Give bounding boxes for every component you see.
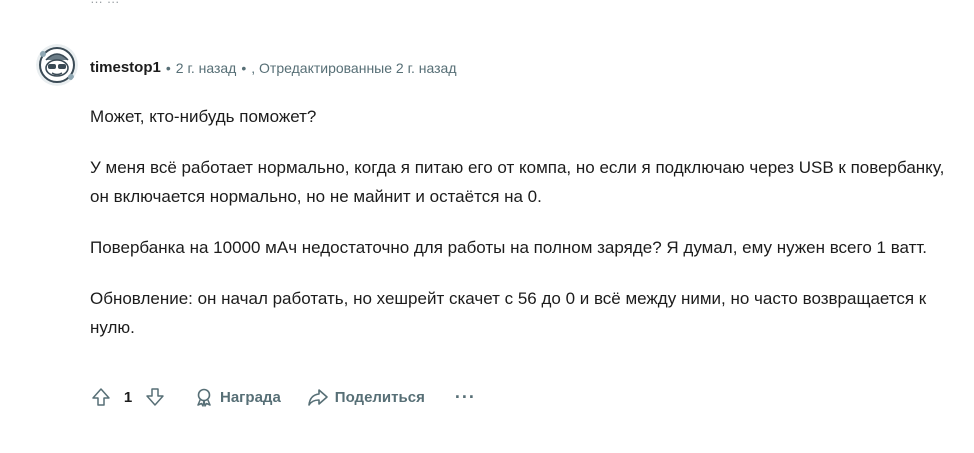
clipped-text: … … bbox=[90, 0, 120, 5]
avatar[interactable] bbox=[36, 44, 78, 86]
award-label: Награда bbox=[220, 388, 281, 406]
comment-body: Может, кто-нибудь поможет? У меня всё ра… bbox=[90, 102, 950, 364]
award-icon bbox=[197, 388, 211, 407]
snoo-avatar-icon bbox=[36, 44, 78, 86]
share-label: Поделиться bbox=[334, 388, 425, 406]
vote-score: 1 bbox=[123, 388, 133, 406]
comment-paragraph: Обновление: он начал работать, но хешрей… bbox=[90, 289, 927, 337]
author-name[interactable]: timestop1 bbox=[90, 59, 161, 76]
upvote-button[interactable] bbox=[88, 384, 114, 410]
award-button[interactable]: Награда bbox=[194, 387, 281, 407]
meta-separator: • bbox=[241, 59, 247, 76]
comment-age[interactable]: 2 г. назад bbox=[176, 60, 237, 76]
meta-separator: • bbox=[165, 59, 171, 76]
previous-comment-actions-clipped: … … bbox=[90, 0, 440, 5]
comment-paragraph: Повербанка на 10000 мАч недостаточно для… bbox=[90, 238, 928, 257]
downvote-button[interactable] bbox=[142, 384, 168, 410]
more-options-button[interactable]: ··· bbox=[455, 387, 476, 408]
comment-meta: timestop1 • 2 г. назад • , Отредактирова… bbox=[90, 59, 457, 76]
comment-actions: 1 Награда Поделиться ··· bbox=[88, 382, 476, 412]
upvote-arrow-icon bbox=[92, 388, 110, 406]
vote-group: 1 bbox=[88, 384, 168, 410]
share-arrow-icon bbox=[307, 389, 328, 406]
comment-paragraph: У меня всё работает нормально, когда я п… bbox=[90, 158, 945, 206]
downvote-arrow-icon bbox=[146, 388, 164, 406]
comment-paragraph: Может, кто-нибудь поможет? bbox=[90, 107, 317, 126]
edited-label: , Отредактированные 2 г. назад bbox=[251, 59, 457, 76]
share-button[interactable]: Поделиться bbox=[307, 387, 425, 407]
